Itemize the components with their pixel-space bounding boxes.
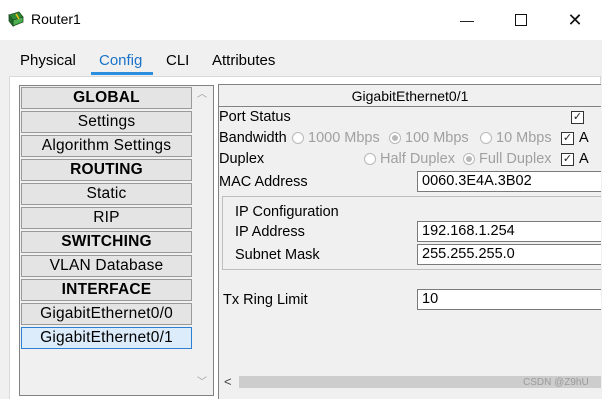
bandwidth-auto-checkbox[interactable]: ✓ xyxy=(561,132,574,145)
tx-ring-limit-field[interactable]: 10 xyxy=(417,289,601,310)
tab-config[interactable]: Config xyxy=(96,52,145,69)
sidebar-header-routing: ROUTING xyxy=(21,159,192,181)
tab-cli[interactable]: CLI xyxy=(163,52,192,69)
sidebar-item-rip[interactable]: RIP xyxy=(21,207,192,229)
scroll-up-icon[interactable]: ︿ xyxy=(197,90,207,100)
minimize-button[interactable]: — xyxy=(444,0,490,40)
watermark: CSDN @Z9hU xyxy=(523,377,589,388)
bandwidth-auto-label: A xyxy=(579,130,589,146)
bandwidth-option-10-label: 10 Mbps xyxy=(496,130,552,146)
tx-ring-limit-label: Tx Ring Limit xyxy=(223,292,308,308)
active-tab-indicator xyxy=(91,72,153,75)
bandwidth-option-100[interactable]: 100 Mbps xyxy=(389,130,469,146)
bandwidth-option-1000-label: 1000 Mbps xyxy=(308,130,380,146)
port-status-label: Port Status xyxy=(219,109,291,125)
duplex-option-full[interactable]: Full Duplex xyxy=(463,151,552,167)
scroll-left-icon[interactable]: < xyxy=(224,374,232,389)
mac-address-label: MAC Address xyxy=(219,174,308,190)
scroll-down-icon[interactable]: ﹀ xyxy=(197,378,207,388)
tab-bar: Physical Config CLI Attributes xyxy=(0,40,602,74)
bandwidth-option-10[interactable]: 10 Mbps xyxy=(480,130,552,146)
close-icon: ✕ xyxy=(567,9,583,30)
tab-attributes[interactable]: Attributes xyxy=(209,52,278,69)
interface-panel: GigabitEthernet0/1 Port Status ✓ Bandwid… xyxy=(218,84,601,399)
ip-address-label: IP Address xyxy=(235,224,305,240)
radio-icon xyxy=(480,132,492,144)
bandwidth-option-100-label: 100 Mbps xyxy=(405,130,469,146)
radio-icon xyxy=(364,153,376,165)
subnet-mask-field[interactable]: 255.255.255.0 xyxy=(417,244,601,265)
maximize-button[interactable] xyxy=(498,0,544,40)
port-status-checkbox[interactable]: ✓ xyxy=(571,111,584,124)
sidebar-list: GLOBAL Settings Algorithm Settings ROUTI… xyxy=(21,87,192,351)
sidebar-item-gigabitethernet0-1[interactable]: GigabitEthernet0/1 xyxy=(21,327,192,349)
window-title: Router1 xyxy=(31,11,81,27)
bandwidth-option-1000[interactable]: 1000 Mbps xyxy=(292,130,380,146)
sidebar-item-static[interactable]: Static xyxy=(21,183,192,205)
title-bar: Router1 — ✕ xyxy=(0,0,602,40)
duplex-option-half-label: Half Duplex xyxy=(380,151,455,167)
sidebar-header-switching: SWITCHING xyxy=(21,231,192,253)
mac-address-field[interactable]: 0060.3E4A.3B02 xyxy=(417,171,601,192)
sidebar-scrollbar[interactable]: ︿ ﹀ xyxy=(193,86,211,393)
interface-title: GigabitEthernet0/1 xyxy=(219,85,601,107)
sidebar-item-gigabitethernet0-0[interactable]: GigabitEthernet0/0 xyxy=(21,303,192,325)
subnet-mask-label: Subnet Mask xyxy=(235,247,320,263)
router-icon xyxy=(8,11,24,28)
duplex-auto-label: A xyxy=(579,151,589,167)
radio-checked-icon xyxy=(389,132,401,144)
ip-configuration-label: IP Configuration xyxy=(235,204,339,220)
duplex-option-half[interactable]: Half Duplex xyxy=(364,151,455,167)
bandwidth-label: Bandwidth xyxy=(219,130,287,146)
sidebar-header-global: GLOBAL xyxy=(21,87,192,109)
duplex-auto-checkbox[interactable]: ✓ xyxy=(561,153,574,166)
sidebar-header-interface: INTERFACE xyxy=(21,279,192,301)
duplex-option-full-label: Full Duplex xyxy=(479,151,552,167)
radio-icon xyxy=(292,132,304,144)
config-sidebar: GLOBAL Settings Algorithm Settings ROUTI… xyxy=(19,85,214,396)
sidebar-item-vlan-database[interactable]: VLAN Database xyxy=(21,255,192,277)
maximize-icon xyxy=(515,14,527,26)
sidebar-item-algorithm-settings[interactable]: Algorithm Settings xyxy=(21,135,192,157)
close-button[interactable]: ✕ xyxy=(552,0,598,40)
minimize-icon: — xyxy=(460,12,474,28)
radio-checked-icon xyxy=(463,153,475,165)
duplex-label: Duplex xyxy=(219,151,265,167)
tab-physical[interactable]: Physical xyxy=(17,52,79,69)
ip-address-field[interactable]: 192.168.1.254 xyxy=(417,221,601,242)
sidebar-item-settings[interactable]: Settings xyxy=(21,111,192,133)
